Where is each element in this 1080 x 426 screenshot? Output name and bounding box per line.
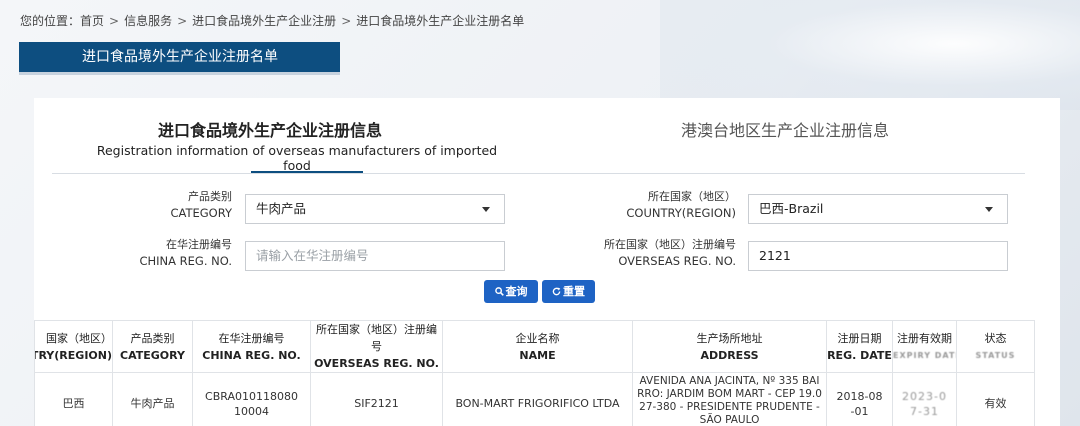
- search-button[interactable]: 查询: [484, 280, 538, 303]
- breadcrumb-current: 进口食品境外生产企业注册名单: [356, 14, 525, 28]
- column-header-china-reg: 在华注册编号 CHINA REG. NO.: [192, 320, 311, 373]
- column-header-cn: 国家（地区）: [46, 331, 112, 345]
- category-label-en: CATEGORY: [170, 206, 232, 220]
- country-select-value: 巴西-Brazil: [759, 201, 824, 216]
- page-title: 进口食品境外生产企业注册名单: [19, 42, 340, 75]
- country-select[interactable]: 巴西-Brazil: [748, 194, 1008, 224]
- table-header-row: 国家（地区） COUNTRY(REGION) 产品类别 CATEGORY 在华注…: [34, 320, 1035, 373]
- breadcrumb-separator: >: [109, 14, 120, 28]
- country-label-cn: 所在国家（地区）: [648, 190, 736, 203]
- breadcrumb-home[interactable]: 首页: [80, 12, 104, 29]
- breadcrumb-separator: >: [341, 14, 352, 28]
- breadcrumb-registration[interactable]: 进口食品境外生产企业注册: [192, 12, 336, 29]
- column-header-cn: 所在国家（地区）注册编号: [316, 323, 437, 353]
- reset-button[interactable]: 重置: [542, 280, 595, 303]
- cell-category: 牛肉产品: [112, 372, 193, 426]
- china-reg-label-en: CHINA REG. NO.: [139, 254, 232, 268]
- chevron-down-icon: [985, 207, 993, 212]
- column-header-en: COUNTRY(REGION): [36, 348, 112, 362]
- country-label-en: COUNTRY(REGION): [626, 206, 736, 220]
- column-header-cn: 产品类别: [130, 331, 175, 345]
- column-header-en: CHINA REG. NO.: [202, 348, 301, 362]
- column-header-cn: 企业名称: [515, 331, 560, 345]
- cell-status: 有效: [956, 372, 1035, 426]
- column-header-en: OVERSEAS REG. NO.: [314, 357, 439, 370]
- tab-overseas-registration[interactable]: 进口食品境外生产企业注册信息: [140, 117, 400, 141]
- overseas-reg-value: 2121: [759, 248, 791, 263]
- search-button-label: 查询: [505, 285, 528, 298]
- category-select-value: 牛肉产品: [256, 201, 307, 216]
- column-header-en: NAME: [519, 348, 556, 362]
- category-label: 产品类别 CATEGORY: [120, 188, 232, 222]
- china-reg-label-cn: 在华注册编号: [166, 238, 232, 251]
- column-header-address: 生产场所地址 ADDRESS: [632, 320, 827, 373]
- column-header-status: 状态 STATUS: [956, 320, 1035, 373]
- breadcrumb-info-services[interactable]: 信息服务: [124, 12, 172, 29]
- column-header-en: EXPIRY DATE: [893, 350, 957, 360]
- overseas-reg-label-cn: 所在国家（地区）注册编号: [604, 238, 736, 251]
- cell-reg-date-value: 2018-08-01: [836, 389, 883, 418]
- column-header-expiry: 注册有效期 EXPIRY DATE: [892, 320, 957, 373]
- cell-address: AVENIDA ANA JACINTA, Nº 335 BAIRRO: JARD…: [632, 372, 827, 426]
- cell-china-reg: CBRA01011808010004: [192, 372, 311, 426]
- tab-divider: [52, 173, 1025, 174]
- column-header-category: 产品类别 CATEGORY: [112, 320, 193, 373]
- column-header-cn: 生产场所地址: [696, 331, 763, 345]
- results-table: 国家（地区） COUNTRY(REGION) 产品类别 CATEGORY 在华注…: [34, 320, 1035, 426]
- refresh-icon: [552, 280, 561, 303]
- column-header-cn: 在华注册编号: [218, 331, 285, 345]
- category-label-cn: 产品类别: [188, 190, 232, 203]
- column-header-cn: 注册有效期: [897, 331, 952, 345]
- chevron-down-icon: [482, 207, 490, 212]
- column-header-en: REG. DATE: [827, 348, 892, 362]
- cell-expiry-value: 2023-07-31: [902, 389, 947, 418]
- column-header-name: 企业名称 NAME: [442, 320, 633, 373]
- search-icon: [494, 280, 504, 303]
- cell-expiry: 2023-07-31: [892, 372, 957, 426]
- column-header-en: CATEGORY: [120, 348, 185, 362]
- cell-country: 巴西: [34, 372, 113, 426]
- overseas-reg-input[interactable]: 2121: [748, 241, 1008, 271]
- breadcrumb-separator: >: [177, 14, 188, 28]
- background-sky: [660, 0, 1080, 110]
- overseas-reg-label: 所在国家（地区）注册编号 OVERSEAS REG. NO.: [570, 236, 736, 270]
- category-select[interactable]: 牛肉产品: [245, 194, 505, 224]
- china-reg-label: 在华注册编号 CHINA REG. NO.: [110, 236, 232, 270]
- breadcrumb-prefix: 您的位置：: [20, 14, 81, 28]
- cell-name: BON-MART FRIGORIFICO LTDA: [442, 372, 633, 426]
- column-header-reg-date: 注册日期 REG. DATE: [826, 320, 893, 373]
- cell-address-value: AVENIDA ANA JACINTA, Nº 335 BAIRRO: JARD…: [637, 375, 822, 426]
- china-reg-placeholder: 请输入在华注册编号: [256, 248, 369, 263]
- country-label: 所在国家（地区） COUNTRY(REGION): [590, 188, 736, 222]
- column-header-cn: 注册日期: [837, 331, 882, 345]
- column-header-en: ADDRESS: [700, 348, 759, 362]
- column-header-en: STATUS: [975, 350, 1016, 360]
- column-header-overseas-reg: 所在国家（地区）注册编号 OVERSEAS REG. NO.: [310, 320, 443, 373]
- column-header-country: 国家（地区） COUNTRY(REGION): [34, 320, 113, 373]
- reset-button-label: 重置: [563, 285, 585, 298]
- cell-reg-date: 2018-08-01: [826, 372, 893, 426]
- tab-overseas-registration-subtitle[interactable]: Registration information of overseas man…: [92, 143, 502, 173]
- column-header-cn: 状态: [984, 331, 1007, 345]
- cell-china-reg-value: CBRA01011808010004: [205, 389, 298, 418]
- china-reg-input[interactable]: 请输入在华注册编号: [245, 241, 505, 271]
- table-row[interactable]: 巴西 牛肉产品 CBRA01011808010004 SIF2121 BON-M…: [34, 372, 1035, 426]
- overseas-reg-label-en: OVERSEAS REG. NO.: [618, 254, 736, 268]
- cell-overseas-reg: SIF2121: [310, 372, 443, 426]
- tab-hk-macao-taiwan[interactable]: 港澳台地区生产企业注册信息: [650, 117, 920, 141]
- breadcrumb: 您的位置：首页 > 信息服务 > 进口食品境外生产企业注册 > 进口食品境外生产企业注册名单: [20, 12, 524, 30]
